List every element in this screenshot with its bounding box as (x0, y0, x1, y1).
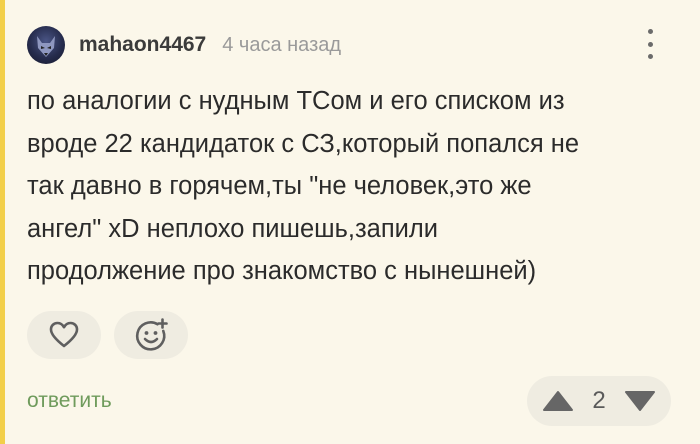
downvote-button[interactable] (622, 383, 658, 419)
heart-icon (49, 321, 79, 348)
wolf-avatar-icon (37, 36, 55, 57)
reply-button[interactable]: ответить (27, 389, 112, 413)
add-emoji-icon (135, 318, 168, 351)
comment-line: так давно в горячем,ты "не человек,это ж… (27, 172, 532, 200)
vote-control: 2 (527, 376, 671, 426)
upvote-button[interactable] (540, 383, 576, 419)
more-menu-button[interactable] (636, 27, 664, 61)
comment-line: по аналогии с нудным ТСом и его списком … (27, 87, 565, 115)
add-reaction-button[interactable] (114, 311, 188, 359)
more-vertical-icon (647, 29, 653, 34)
triangle-down-icon (624, 391, 655, 411)
comment-header: mahaon4467 4 часа назад (27, 25, 341, 65)
comment-line: ангел" xD неплохо пишешь,запили (27, 214, 439, 243)
comment: mahaon4467 4 часа назад по аналогии с ну… (0, 0, 700, 444)
rating-count: 2 (592, 387, 606, 414)
like-button[interactable] (27, 311, 101, 359)
triangle-up-icon (543, 391, 573, 411)
avatar[interactable] (27, 26, 65, 64)
more-vertical-icon-dot (647, 54, 653, 59)
comment-line: продолжение про знакомство с нынешней) (27, 257, 537, 285)
username[interactable]: mahaon4467 (79, 33, 206, 57)
comment-body: по аналогии с нудным ТСом и его списком … (27, 80, 687, 293)
comment-line: вроде 22 кандидаток с СЗ,который попался… (27, 129, 580, 158)
more-vertical-icon-dot (647, 41, 653, 47)
timestamp: 4 часа назад (222, 33, 342, 56)
